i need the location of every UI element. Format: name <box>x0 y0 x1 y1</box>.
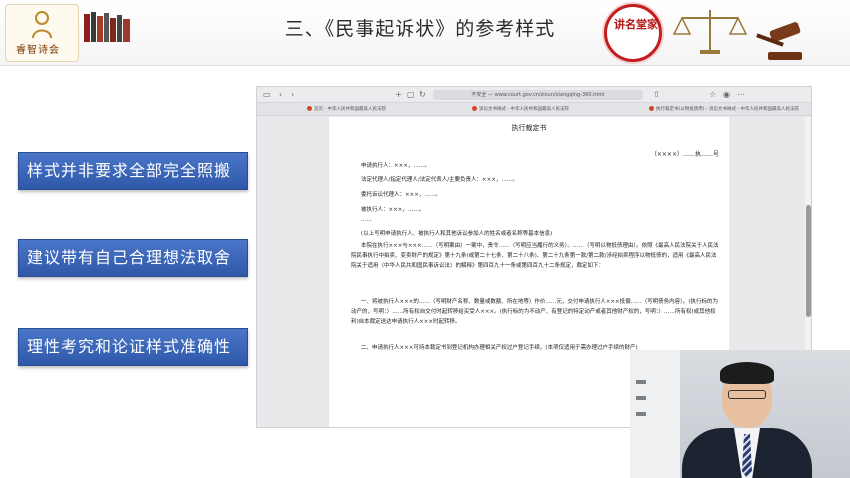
tabs-overview-icon[interactable]: ▢ <box>407 90 415 100</box>
back-icon[interactable]: ‹ <box>279 90 282 100</box>
person-logo-icon <box>32 11 52 39</box>
share-icon[interactable]: ⇧ <box>653 90 660 100</box>
logo-left-text: 睿智诗会 <box>16 45 60 56</box>
point-2: 建议带有自己合理想法取舍 <box>18 239 248 277</box>
doc-paragraph: 本院在执行×××与×××……（写明案由）一案中，责令……（写明应当履行的义务）。… <box>351 243 719 269</box>
presenter-video <box>630 350 850 478</box>
tab-doc-styles[interactable]: 诉讼文书样式 - 中华人民共和国最高人民法院 <box>472 105 612 115</box>
doc-line: (以上写明申请执行人、被执行人和其他诉讼参加人的姓名或者名称等基本信息) <box>361 231 553 237</box>
video-bg-detail <box>636 396 646 400</box>
extension-icon[interactable]: ◉ <box>723 90 730 100</box>
tab-ruling[interactable]: 执行裁定书(以物抵债用) - 诉讼文书样式 - 中华人民共和国最高人民法院 <box>649 105 809 115</box>
doc-case-number: （××××）……执……号 <box>650 151 719 158</box>
logo-left: 睿智诗会 <box>5 4 79 62</box>
presenter-glasses <box>728 390 766 399</box>
doc-title: 执行裁定书 <box>511 124 547 132</box>
doc-line: 委托诉讼代理人：×××，……。 <box>361 192 441 198</box>
add-tab-icon[interactable]: + <box>395 90 402 100</box>
browser-toolbar: ▭ ‹ › + ▢ ↻ 不安全 — www.court.gov.cn/zixun… <box>257 87 811 103</box>
doc-line: 申请执行人：×××，……。 <box>361 163 430 169</box>
books-icon <box>84 12 130 42</box>
brand-seal-text: 讲名堂家 <box>614 18 658 31</box>
justice-scale-icon <box>672 10 748 54</box>
video-bg-detail <box>636 380 646 384</box>
menu-icon[interactable]: ⋯ <box>737 90 745 100</box>
point-3: 理性考究和论证样式准确性 <box>18 328 248 366</box>
point-1: 样式并非要求全部完全照搬 <box>18 152 248 190</box>
doc-line: 被执行人：×××，……。 <box>361 207 425 213</box>
presenter-hair <box>720 362 774 384</box>
scrollbar-thumb[interactable] <box>806 205 811 317</box>
reload-icon[interactable]: ↻ <box>419 90 426 100</box>
page-title: 三、《民事起诉状》的参考样式 <box>284 18 556 40</box>
doc-line: 法定代理人/指定代理人/法定代表人/主要负责人：×××，……。 <box>361 177 518 183</box>
video-bg-detail <box>636 412 646 416</box>
bookmark-icon[interactable]: ☆ <box>709 90 716 100</box>
address-bar[interactable]: 不安全 — www.court.gov.cn/zixun/xiangqing-3… <box>433 90 643 100</box>
gavel-icon <box>756 22 802 60</box>
forward-icon[interactable]: › <box>291 90 294 100</box>
doc-paragraph: 一、将被执行人×××的……（写明财产名称、数量或数额、所在地等）作价……元，交付… <box>351 299 719 325</box>
brand-seal: 讲名堂家 <box>604 4 662 62</box>
doc-line: …… <box>361 217 372 223</box>
tab-home[interactable]: 首页 - 中华人民共和国最高人民法院 <box>307 105 437 115</box>
slide-header: 睿智诗会 三、《民事起诉状》的参考样式 讲名堂家 <box>0 0 850 66</box>
tab-bar: 首页 - 中华人民共和国最高人民法院 诉讼文书样式 - 中华人民共和国最高人民法… <box>257 103 811 116</box>
sidebar-icon[interactable]: ▭ <box>263 90 271 100</box>
